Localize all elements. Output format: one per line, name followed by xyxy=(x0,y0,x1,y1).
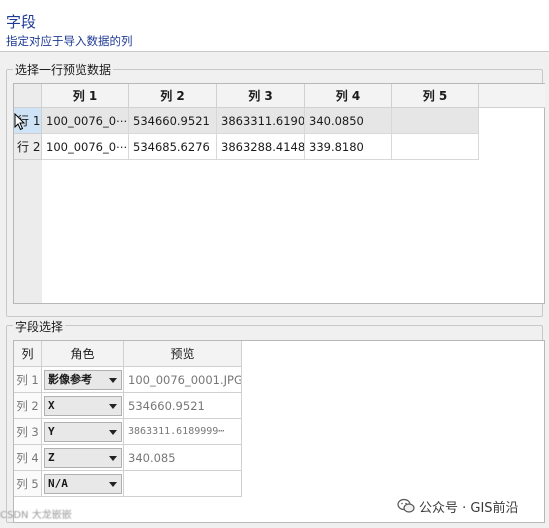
table-cell[interactable]: 100_0076_0⋯ xyxy=(42,108,129,134)
field-header-role: 角色 xyxy=(42,341,124,367)
column-header-1[interactable]: 列 1 xyxy=(42,84,129,108)
chevron-down-icon[interactable] xyxy=(109,482,117,487)
chevron-down-icon[interactable] xyxy=(109,456,117,461)
field-preview-value: 3863311.6189999⋯ xyxy=(124,419,242,445)
preview-group-legend: 选择一行预览数据 xyxy=(13,61,114,78)
role-dropdown[interactable]: Y xyxy=(44,422,122,442)
field-header-col: 列 xyxy=(14,341,42,367)
role-dropdown-value: Z xyxy=(48,451,55,464)
wizard-header: 字段 指定对应于导入数据的列 xyxy=(0,0,549,52)
watermark: 公众号 · GIS前沿 xyxy=(397,497,519,516)
role-dropdown[interactable]: N/A xyxy=(44,474,122,494)
chevron-down-icon[interactable] xyxy=(109,378,117,383)
table-cell[interactable]: 3863288.4148 xyxy=(217,134,305,160)
role-dropdown-value: X xyxy=(48,399,55,412)
column-header-4[interactable]: 列 4 xyxy=(305,84,392,108)
role-cell[interactable]: Y xyxy=(42,419,124,445)
role-cell[interactable]: 影像参考 xyxy=(42,367,124,393)
role-cell[interactable]: X xyxy=(42,393,124,419)
table-cell[interactable] xyxy=(392,108,479,134)
role-dropdown[interactable]: Z xyxy=(44,448,122,468)
table-cell[interactable]: 3863311.6190 xyxy=(217,108,305,134)
footer-credit: CSDN 大龙嵌嵌 xyxy=(0,510,72,521)
grid-corner xyxy=(14,84,42,108)
preview-data-grid[interactable]: 列 1 列 2 列 3 列 4 列 5 行 1 100_0076_0⋯ 5346… xyxy=(13,83,545,304)
column-header-2[interactable]: 列 2 xyxy=(129,84,217,108)
field-selection-legend: 字段选择 xyxy=(13,318,66,335)
page-title: 字段 xyxy=(6,13,37,31)
chevron-down-icon[interactable] xyxy=(109,430,117,435)
row-header-2[interactable]: 行 2 xyxy=(14,134,42,160)
role-dropdown-value: N/A xyxy=(48,477,68,490)
table-cell[interactable]: 534685.6276 xyxy=(129,134,217,160)
table-cell[interactable]: 534660.9521 xyxy=(129,108,217,134)
wechat-icon xyxy=(397,498,415,513)
watermark-text: 公众号 · GIS前沿 xyxy=(419,500,519,516)
role-dropdown[interactable]: X xyxy=(44,396,122,416)
role-dropdown-value: Y xyxy=(48,425,55,438)
column-header-3[interactable]: 列 3 xyxy=(217,84,305,108)
field-preview-value: 534660.9521 xyxy=(124,393,242,419)
column-header-5[interactable]: 列 5 xyxy=(392,84,479,108)
field-preview-value: 100_0076_0001.JPG xyxy=(124,367,242,393)
field-row-label: 列 3 xyxy=(14,419,42,445)
field-row-label: 列 1 xyxy=(14,367,42,393)
role-cell[interactable]: Z xyxy=(42,445,124,471)
field-header-preview: 预览 xyxy=(124,341,242,367)
role-dropdown-value: 影像参考 xyxy=(48,373,92,386)
page-subtitle: 指定对应于导入数据的列 xyxy=(6,34,133,48)
chevron-down-icon[interactable] xyxy=(109,404,117,409)
field-preview-value: 340.085 xyxy=(124,445,242,471)
table-cell[interactable] xyxy=(392,134,479,160)
mouse-pointer-icon xyxy=(14,113,26,131)
field-row-label: 列 5 xyxy=(14,471,42,497)
role-cell[interactable]: N/A xyxy=(42,471,124,497)
table-cell[interactable]: 340.0850 xyxy=(305,108,392,134)
column-header-filler xyxy=(479,84,545,108)
field-row-label: 列 2 xyxy=(14,393,42,419)
field-preview-value xyxy=(124,471,242,497)
role-dropdown[interactable]: 影像参考 xyxy=(44,370,122,390)
table-cell[interactable]: 339.8180 xyxy=(305,134,392,160)
table-cell[interactable]: 100_0076_0⋯ xyxy=(42,134,129,160)
field-row-label: 列 4 xyxy=(14,445,42,471)
